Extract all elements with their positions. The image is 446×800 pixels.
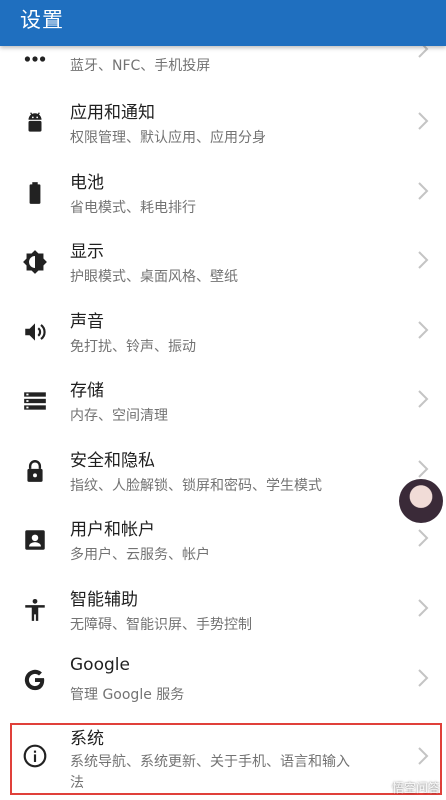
list-item-title: 用户和帐户 (70, 520, 155, 540)
list-item-apps-notifications[interactable]: 应用和通知 权限管理、默认应用、应用分身 (0, 86, 446, 156)
list-item-sound[interactable]: 声音 免打扰、铃声、振动 (0, 295, 446, 365)
list-item-subtitle: 多用户、云服务、帐户 (70, 547, 210, 563)
accessibility-icon (20, 595, 50, 625)
brightness-icon (20, 247, 50, 277)
list-item-google[interactable]: Google 管理 Google 服务 (0, 643, 446, 713)
list-item-title: Google (70, 655, 130, 675)
account-icon (20, 525, 50, 555)
list-item-display[interactable]: 显示 护眼模式、桌面风格、壁纸 (0, 225, 446, 295)
list-item-title: 显示 (70, 242, 104, 262)
chevron-right-icon (416, 249, 430, 271)
list-item-title: 安全和隐私 (70, 451, 155, 471)
list-item-subtitle: 无障碍、智能识屏、手势控制 (70, 617, 252, 633)
list-item-subtitle: 护眼模式、桌面风格、壁纸 (70, 269, 238, 285)
app-bar: 设置 (0, 0, 446, 46)
google-icon (20, 665, 50, 695)
list-item-title: 声音 (70, 312, 104, 332)
android-icon (20, 108, 50, 138)
list-item-title: 应用和通知 (70, 103, 155, 123)
chevron-right-icon (416, 319, 430, 341)
battery-icon (20, 178, 50, 208)
list-item-storage[interactable]: 存储 内存、空间清理 (0, 364, 446, 434)
chevron-right-icon (416, 597, 430, 619)
floating-avatar[interactable] (399, 479, 443, 523)
list-item-subtitle: 内存、空间清理 (70, 408, 168, 424)
list-item-subtitle: 省电模式、耗电排行 (70, 200, 196, 216)
volume-icon (20, 317, 50, 347)
chevron-right-icon (416, 667, 430, 689)
chevron-right-icon (416, 388, 430, 410)
storage-icon (20, 386, 50, 416)
chevron-right-icon (416, 110, 430, 132)
list-item-subtitle: 指纹、人脸解锁、锁屏和密码、学生模式 (70, 478, 322, 494)
list-item-battery[interactable]: 电池 省电模式、耗电排行 (0, 156, 446, 226)
highlight-box (10, 723, 442, 795)
list-item-subtitle: 权限管理、默认应用、应用分身 (70, 130, 266, 146)
chevron-right-icon (416, 180, 430, 202)
lock-icon (20, 456, 50, 486)
chevron-right-icon (416, 527, 430, 549)
page-title: 设置 (20, 8, 64, 32)
list-item-users-accounts[interactable]: 用户和帐户 多用户、云服务、帐户 (0, 503, 446, 573)
chevron-right-icon (416, 458, 430, 480)
list-item-subtitle: 蓝牙、NFC、手机投屏 (70, 58, 211, 74)
list-item-subtitle: 免打扰、铃声、振动 (70, 339, 196, 355)
list-item-title: 电池 (70, 173, 104, 193)
list-item-subtitle: 管理 Google 服务 (70, 687, 185, 703)
watermark: 悟空问答 (391, 781, 440, 795)
settings-list: 蓝牙、NFC、手机投屏 应用和通知 权限管理、默认应用、应用分身 电池 省电模式… (0, 0, 446, 800)
more-connections-icon (20, 44, 50, 74)
list-item-title: 存储 (70, 381, 104, 401)
list-item-title: 智能辅助 (70, 590, 138, 610)
list-item-smart-assist[interactable]: 智能辅助 无障碍、智能识屏、手势控制 (0, 573, 446, 643)
list-item-security-privacy[interactable]: 安全和隐私 指纹、人脸解锁、锁屏和密码、学生模式 (0, 434, 446, 504)
